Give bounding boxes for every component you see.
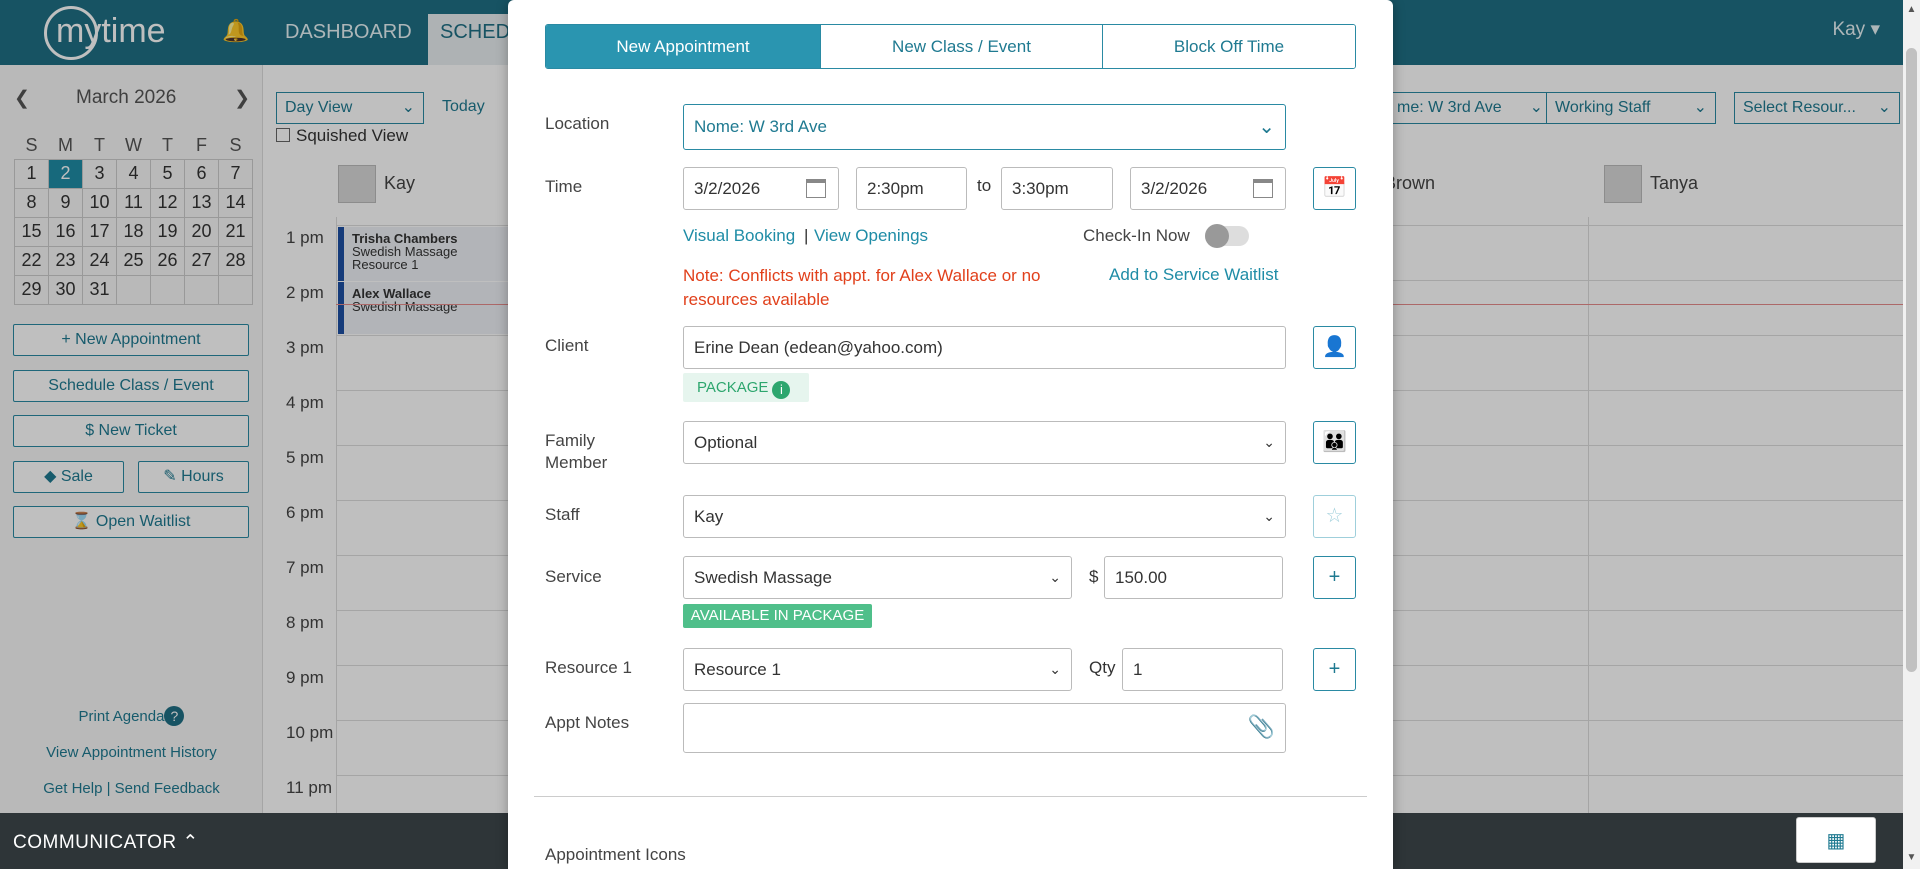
qty-label: Qty	[1089, 658, 1116, 677]
add-waitlist-link[interactable]: Add to Service Waitlist	[1109, 265, 1278, 285]
qty-input[interactable]: 1	[1122, 648, 1283, 691]
calculator-icon[interactable]: ▦	[1796, 817, 1876, 863]
family-member-label: Family Member	[545, 431, 608, 472]
view-openings-link[interactable]: View Openings	[814, 226, 928, 246]
end-time-input[interactable]: 3:30pm	[1001, 167, 1113, 210]
scroll-down-icon[interactable]: ▼	[1906, 852, 1917, 863]
location-select[interactable]: Nome: W 3rd Ave ⌄	[683, 104, 1286, 150]
tab-new-class-event[interactable]: New Class / Event	[821, 25, 1103, 68]
chevron-down-icon: ⌄	[1258, 116, 1275, 138]
service-value: Swedish Massage	[694, 568, 832, 587]
start-time-input[interactable]: 2:30pm	[856, 167, 967, 210]
calendar-icon[interactable]	[1253, 179, 1273, 198]
package-badge[interactable]: PACKAGE i	[683, 373, 809, 402]
check-in-toggle[interactable]	[1205, 224, 1249, 248]
visual-booking-link[interactable]: Visual Booking	[683, 226, 795, 246]
star-icon[interactable]: ☆	[1313, 495, 1356, 538]
package-badge-label: PACKAGE	[697, 379, 769, 396]
chevron-up-icon: ⌃	[182, 832, 199, 853]
time-label: Time	[545, 177, 583, 196]
resource-select[interactable]: Resource 1 ⌄	[683, 648, 1072, 691]
client-input[interactable]: Erine Dean (edean@yahoo.com)	[683, 326, 1286, 369]
modal-tabs: New Appointment New Class / Event Block …	[545, 24, 1356, 69]
add-resource-icon[interactable]: +	[1313, 648, 1356, 691]
check-in-label: Check-In Now	[1083, 226, 1190, 245]
staff-value: Kay	[694, 507, 724, 526]
appt-notes-label: Appt Notes	[545, 713, 630, 732]
add-family-icon[interactable]: 👪	[1313, 421, 1356, 464]
communicator-label: COMMUNICATOR ⌃	[13, 832, 199, 853]
service-select[interactable]: Swedish Massage ⌄	[683, 556, 1072, 599]
scroll-thumb[interactable]	[1906, 48, 1917, 672]
service-label: Service	[545, 567, 602, 586]
resource-label: Resource 1	[545, 658, 632, 677]
family-member-value: Optional	[694, 433, 758, 452]
info-icon[interactable]: i	[772, 381, 791, 399]
start-date-value: 3/2/2026	[694, 179, 761, 198]
toggle-knob	[1205, 224, 1229, 248]
currency-symbol: $	[1089, 567, 1099, 586]
chevron-down-icon: ⌄	[1263, 434, 1275, 450]
link-separator: |	[804, 226, 809, 245]
add-service-icon[interactable]: +	[1313, 556, 1356, 599]
chevron-down-icon: ⌄	[1049, 661, 1061, 677]
end-date-value: 3/2/2026	[1141, 179, 1208, 198]
tab-block-off-time[interactable]: Block Off Time	[1103, 25, 1355, 68]
paperclip-icon[interactable]: 📎	[1248, 706, 1275, 747]
start-date-input[interactable]: 3/2/2026	[683, 167, 839, 210]
new-appointment-modal: New Appointment New Class / Event Block …	[508, 0, 1393, 869]
resource-value: Resource 1	[694, 660, 781, 679]
to-label: to	[977, 176, 992, 195]
location-value: Nome: W 3rd Ave	[694, 117, 827, 136]
tab-new-appointment[interactable]: New Appointment	[546, 25, 821, 68]
section-divider	[534, 796, 1367, 797]
calendar-icon[interactable]	[806, 179, 826, 198]
chevron-down-icon: ⌄	[1049, 569, 1061, 585]
client-label: Client	[545, 336, 589, 355]
conflict-note: Note: Conflicts with appt. for Alex Wall…	[683, 266, 1041, 309]
calendar-repeat-icon[interactable]: 📅	[1313, 167, 1356, 210]
appt-notes-input[interactable]: 📎	[683, 703, 1286, 753]
staff-select[interactable]: Kay ⌄	[683, 495, 1286, 538]
family-member-select[interactable]: Optional ⌄	[683, 421, 1286, 464]
add-client-icon[interactable]: 👤	[1313, 326, 1356, 369]
end-date-input[interactable]: 3/2/2026	[1130, 167, 1286, 210]
page-scrollbar[interactable]: ▲ ▼	[1903, 0, 1920, 869]
appointment-icons-heading: Appointment Icons	[545, 845, 686, 864]
price-input[interactable]: 150.00	[1104, 556, 1283, 599]
available-in-package-badge: AVAILABLE IN PACKAGE	[683, 604, 872, 628]
staff-label: Staff	[545, 505, 580, 524]
chevron-down-icon: ⌄	[1263, 508, 1275, 524]
location-label: Location	[545, 114, 610, 133]
scroll-up-icon[interactable]: ▲	[1906, 4, 1917, 15]
